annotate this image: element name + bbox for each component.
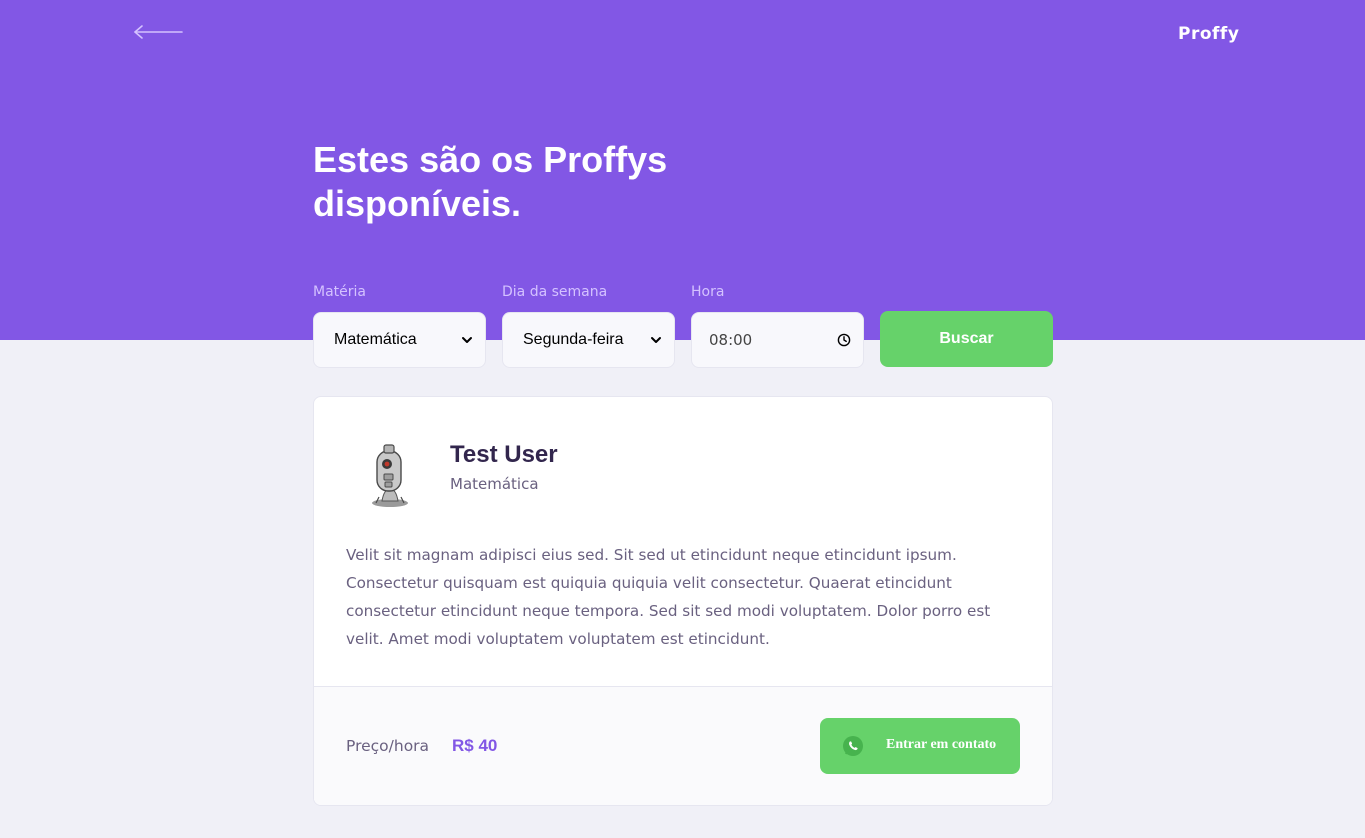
- whatsapp-icon: [843, 736, 863, 756]
- chevron-down-icon: [462, 337, 472, 343]
- subject-select[interactable]: Matemática: [313, 312, 486, 368]
- clock-icon[interactable]: [837, 333, 851, 347]
- back-button[interactable]: [133, 22, 183, 42]
- teacher-subject: Matemática: [450, 475, 539, 493]
- search-button[interactable]: Buscar: [880, 311, 1053, 367]
- weekday-select-value: Segunda-feira: [523, 331, 624, 348]
- price-value: R$ 40: [452, 736, 498, 755]
- weekday-label: Dia da semana: [502, 284, 608, 300]
- contact-button[interactable]: Entrar em contato: [820, 718, 1020, 774]
- weekday-select[interactable]: Segunda-feira: [502, 312, 675, 368]
- chevron-down-icon: [651, 337, 661, 343]
- avatar: [372, 444, 408, 507]
- subject-select-value: Matemática: [334, 331, 417, 348]
- price-label: Preço/hora: [346, 737, 430, 755]
- page-title: Estes são os Proffys disponíveis.: [313, 139, 668, 224]
- time-input-value: 08:00: [709, 331, 753, 349]
- teacher-name: Test User: [450, 441, 558, 468]
- arrow-left-icon: [134, 25, 183, 39]
- logo: Proffy: [1178, 24, 1240, 44]
- time-input[interactable]: 08:00: [691, 312, 864, 368]
- contact-button-label: Entrar em contato: [886, 737, 997, 752]
- card-footer: Preço/hora R$ 40 Entrar em contato: [314, 686, 1052, 805]
- teacher-bio: Velit sit magnam adipisci eius sed. Sit …: [346, 546, 991, 648]
- page-header: Proffy Estes são os Proffys disponíveis.: [0, 0, 1365, 340]
- subject-label: Matéria: [313, 284, 366, 300]
- teacher-card: Test User Matemática Velit sit magnam ad…: [313, 396, 1053, 806]
- time-label: Hora: [691, 284, 725, 300]
